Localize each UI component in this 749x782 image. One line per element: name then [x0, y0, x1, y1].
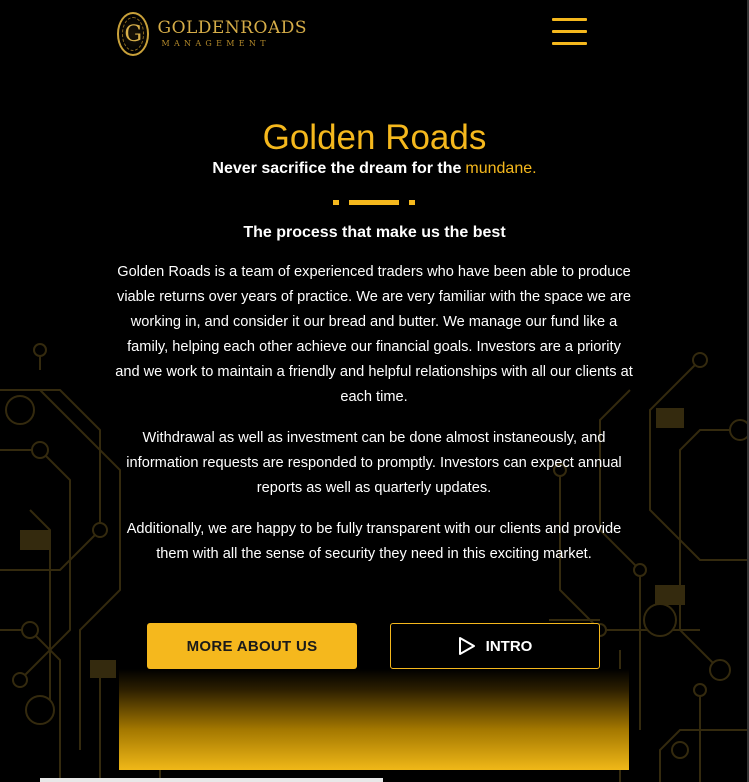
tagline-text: Never sacrifice the dream for the — [212, 160, 462, 177]
horizontal-scrollbar[interactable] — [40, 778, 383, 782]
play-icon — [458, 637, 475, 655]
section-heading: The process that make us the best — [243, 224, 506, 241]
header: G GOLDENROADS MANAGEMENT — [0, 0, 749, 70]
paragraph-about: Golden Roads is a team of experienced tr… — [115, 264, 633, 405]
hero-tagline: Never sacrifice the dream for the mundane… — [0, 160, 749, 178]
intro-button[interactable]: INTRO — [390, 623, 600, 669]
divider-dot-right — [409, 200, 415, 205]
section-divider — [333, 200, 415, 205]
paragraph-withdrawal: Withdrawal as well as investment can be … — [126, 430, 622, 496]
page: G GOLDENROADS MANAGEMENT Golden Roads Ne… — [0, 0, 749, 782]
brand-subtitle: MANAGEMENT — [161, 39, 270, 48]
logo-text: GOLDENROADS MANAGEMENT — [157, 20, 307, 48]
tagline-accent: mundane. — [465, 160, 537, 177]
intro-button-label: INTRO — [485, 637, 533, 655]
brand-name: GOLDENROADS — [157, 18, 307, 38]
gold-gradient-panel — [119, 669, 629, 770]
brand-logo[interactable]: G GOLDENROADS MANAGEMENT — [117, 10, 307, 58]
menu-bar-bottom — [552, 42, 587, 45]
logo-emblem: G — [117, 12, 150, 56]
more-about-us-button[interactable]: MORE ABOUT US — [147, 623, 357, 669]
divider-dot-left — [333, 200, 339, 205]
divider-line — [349, 200, 399, 205]
paragraph-transparency: Additionally, we are happy to be fully t… — [126, 521, 622, 562]
hamburger-menu-icon[interactable] — [552, 18, 587, 46]
menu-bar-top — [552, 18, 587, 21]
menu-bar-middle — [552, 30, 587, 33]
hero-title: Golden Roads — [262, 118, 487, 157]
